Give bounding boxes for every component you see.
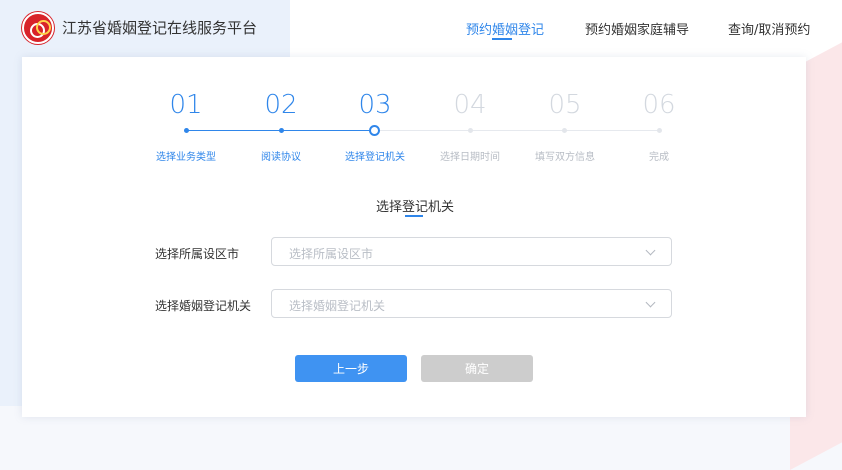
step-dot-6 [657,128,662,133]
step-number-2: 02 [264,90,298,120]
step-number-1: 01 [169,90,203,120]
chevron-down-icon [645,245,656,256]
city-select[interactable]: 选择所属设区市 [271,237,672,266]
office-select-placeholder: 选择婚姻登记机关 [289,299,386,313]
step-label-1: 选择业务类型 [156,152,216,163]
step-label-2: 阅读协议 [261,152,301,163]
form-title-underline [405,215,423,217]
step-dot-4 [468,128,473,133]
chevron-down-icon [645,297,656,308]
form-section-title: 选择登记机关 [375,200,454,215]
step-label-6: 完成 [649,152,669,163]
office-field-label: 选择婚姻登记机关 [155,299,252,313]
site-logo-icon [22,12,54,44]
step-number-3: 03 [358,90,392,120]
confirm-button[interactable]: 确定 [421,355,533,382]
step-dot-2 [279,128,284,133]
city-field-label: 选择所属设区市 [155,247,240,261]
step-number-6: 06 [642,90,676,120]
nav-item-marriage-registration[interactable]: 预约婚姻登记 [466,19,544,38]
step-label-3: 选择登记机关 [345,152,405,163]
step-progress-line-todo [375,130,659,131]
step-dot-1 [184,128,189,133]
city-select-placeholder: 选择所属设区市 [289,247,374,261]
nav-item-family-counseling[interactable]: 预约婚姻家庭辅导 [585,19,689,38]
step-dot-5 [562,128,567,133]
site-title: 江苏省婚姻登记在线服务平台 [62,19,258,37]
step-number-4: 04 [453,90,487,120]
logo-ring-right [36,20,51,35]
nav-active-underline [492,38,512,40]
header: 江苏省婚姻登记在线服务平台 预约婚姻登记 预约婚姻家庭辅导 查询/取消预约 [0,0,842,56]
step-label-4: 选择日期时间 [440,152,500,163]
step-label-5: 填写双方信息 [535,152,595,163]
registration-office-select[interactable]: 选择婚姻登记机关 [271,289,672,318]
nav-item-query-cancel[interactable]: 查询/取消预约 [728,19,810,38]
previous-step-button[interactable]: 上一步 [295,355,407,382]
step-dot-3-current [369,125,380,136]
step-number-5: 05 [548,90,582,120]
